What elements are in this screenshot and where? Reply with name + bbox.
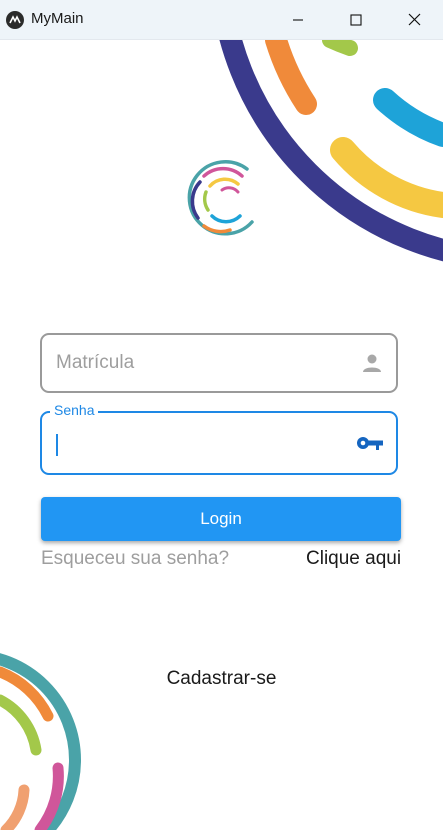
- minimize-button[interactable]: [269, 0, 327, 39]
- login-button[interactable]: Login: [41, 497, 401, 541]
- forgot-password-text: Esqueceu sua senha?: [41, 548, 230, 569]
- key-icon: [357, 437, 383, 450]
- decorative-arcs-bottom: [0, 653, 81, 830]
- close-button[interactable]: [385, 0, 443, 39]
- app-logo-icon: [6, 11, 24, 29]
- person-icon: [363, 354, 381, 372]
- minimize-icon: [293, 18, 303, 21]
- password-field[interactable]: Senha: [40, 402, 398, 475]
- password-input[interactable]: [56, 413, 346, 473]
- title-bar: MyMain: [0, 0, 443, 40]
- username-input[interactable]: [56, 335, 346, 391]
- maximize-button[interactable]: [327, 0, 385, 39]
- maximize-icon: [350, 13, 362, 26]
- app-logo: [187, 160, 254, 236]
- username-field[interactable]: [40, 333, 398, 393]
- click-here-link[interactable]: Clique aqui: [306, 548, 401, 570]
- window-title: MyMain: [31, 10, 84, 27]
- close-icon: [408, 13, 420, 26]
